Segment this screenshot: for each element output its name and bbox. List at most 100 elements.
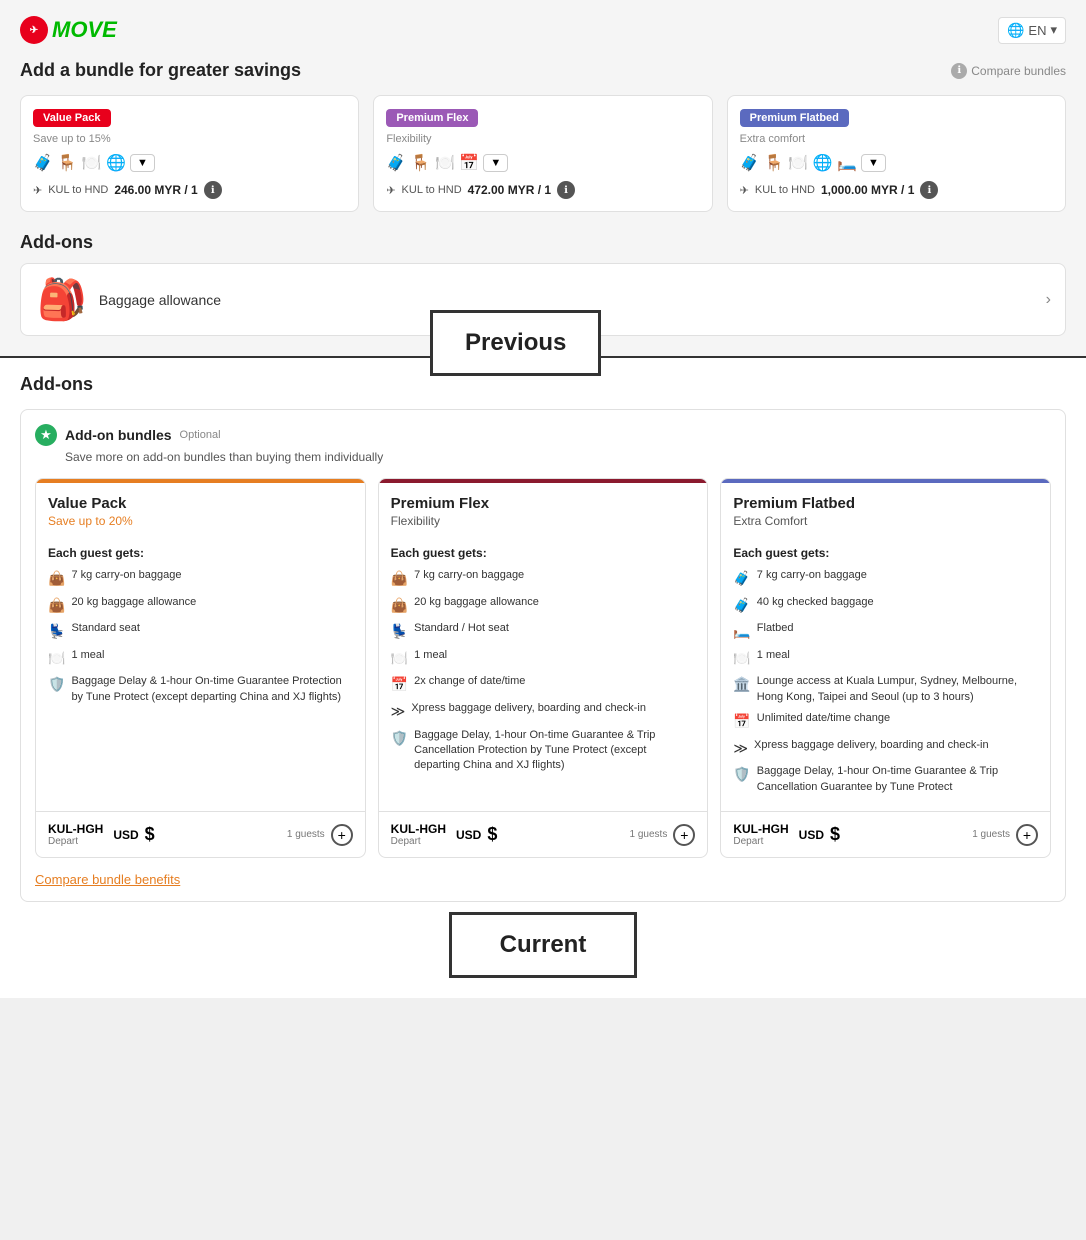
- value-add-button[interactable]: +: [331, 824, 353, 846]
- seat-icon: 💺: [391, 622, 408, 642]
- flatbed-col-tag: Extra Comfort: [733, 514, 1038, 528]
- baggage-text: Baggage allowance: [99, 292, 221, 308]
- value-pack-info[interactable]: ℹ: [204, 181, 222, 199]
- flex-col-header: Premium Flex Flexibility: [379, 479, 708, 536]
- benefit-flex-2: 💺 Standard / Hot seat: [391, 621, 696, 642]
- benefit-flex-0: 👜 7 kg carry-on baggage: [391, 568, 696, 589]
- logo-text: MOVe: [52, 17, 117, 43]
- lounge-icon: 🏛️: [733, 675, 750, 695]
- addon-bundles-header: ★ Add-on bundles Optional: [35, 424, 1051, 446]
- benefit-value-4: 🛡️ Baggage Delay & 1-hour On-time Guaran…: [48, 674, 353, 705]
- benefit-value-1: 👜 20 kg baggage allowance: [48, 595, 353, 616]
- info-icon: ℹ: [951, 63, 967, 79]
- benefit-fb-4: 🏛️ Lounge access at Kuala Lumpur, Sydney…: [733, 674, 1038, 705]
- bottom-section: Add-ons ★ Add-on bundles Optional Save m…: [0, 358, 1086, 998]
- value-col-footer: KUL-HGH Depart USD $ 1 guests +: [36, 811, 365, 857]
- premium-flatbed-badge: Premium Flatbed: [740, 109, 849, 127]
- shield-icon: 🛡️: [48, 675, 65, 695]
- logo-area: ✈ MOVe: [20, 16, 117, 44]
- flex-col-footer: KUL-HGH Depart USD $ 1 guests +: [379, 811, 708, 857]
- bundle-col-premium-flex: Premium Flex Flexibility Each guest gets…: [378, 478, 709, 858]
- benefit-flex-1: 👜 20 kg baggage allowance: [391, 595, 696, 616]
- flatbed-guest-label: Each guest gets:: [733, 546, 1038, 560]
- carry-on-icon: 👜: [391, 569, 408, 589]
- benefit-value-3: 🍽️ 1 meal: [48, 648, 353, 669]
- flex-col-body: Each guest gets: 👜 7 kg carry-on baggage…: [379, 536, 708, 811]
- flex-add-button[interactable]: +: [673, 824, 695, 846]
- flex-col-name: Premium Flex: [391, 495, 696, 512]
- flatbed-route: KUL-HGH Depart: [733, 822, 788, 847]
- flatbed-icon: 🛏️: [733, 622, 750, 642]
- current-overlay: Current: [20, 912, 1066, 978]
- previous-overlay: Previous: [430, 310, 601, 376]
- flatbed-col-header: Premium Flatbed Extra Comfort: [721, 479, 1050, 536]
- carry-on-icon: 🧳: [733, 569, 750, 589]
- value-col-header: Value Pack Save up to 20%: [36, 479, 365, 536]
- flex-col-tag: Flexibility: [391, 514, 696, 528]
- meal-icon: 🍽️: [733, 649, 750, 669]
- bundle-col-value: Value Pack Save up to 20% Each guest get…: [35, 478, 366, 858]
- premium-flatbed-info[interactable]: ℹ: [920, 181, 938, 199]
- flex-route: KUL-HGH Depart: [391, 822, 446, 847]
- compare-bundles-link[interactable]: ℹ Compare bundles: [951, 63, 1066, 79]
- value-col-body: Each guest gets: 👜 7 kg carry-on baggage…: [36, 536, 365, 811]
- bundle-col-premium-flatbed: Premium Flatbed Extra Comfort Each guest…: [720, 478, 1051, 858]
- value-col-tag: Save up to 20%: [48, 514, 353, 528]
- value-col-name: Value Pack: [48, 495, 353, 512]
- bundle-section-title: Add a bundle for greater savings: [20, 60, 301, 81]
- value-pack-dropdown[interactable]: ▼: [130, 154, 155, 172]
- premium-flex-route: ✈ KUL to HND 472.00 MYR / 1 ℹ: [386, 181, 699, 199]
- meal-icon: 🍽️: [391, 649, 408, 669]
- flatbed-add-button[interactable]: +: [1016, 824, 1038, 846]
- premium-flatbed-subtitle: Extra comfort: [740, 133, 1053, 145]
- lang-selector[interactable]: 🌐 EN ▾: [998, 17, 1066, 44]
- premium-flatbed-icons: 🧳 🪑 🍽️ 🌐 🛏️ ▼: [740, 153, 1053, 173]
- addons-title-top: Add-ons: [20, 232, 1066, 253]
- bundle-cards: Value Pack Save up to 15% 🧳 🪑 🍽️ 🌐 ▼ ✈ K…: [20, 95, 1066, 212]
- benefit-flex-3: 🍽️ 1 meal: [391, 648, 696, 669]
- value-guest-label: Each guest gets:: [48, 546, 353, 560]
- bundle-card-premium-flatbed[interactable]: Premium Flatbed Extra comfort 🧳 🪑 🍽️ 🌐 🛏…: [727, 95, 1066, 212]
- flatbed-col-footer: KUL-HGH Depart USD $ 1 guests +: [721, 811, 1050, 857]
- benefit-fb-6: ≫ Xpress baggage delivery, boarding and …: [733, 738, 1038, 759]
- xpress-icon: ≫: [391, 702, 406, 722]
- premium-flex-icons: 🧳 🪑 🍽️ 📅 ▼: [386, 153, 699, 173]
- benefit-fb-2: 🛏️ Flatbed: [733, 621, 1038, 642]
- benefit-value-2: 💺 Standard seat: [48, 621, 353, 642]
- bundle-comparison: Value Pack Save up to 20% Each guest get…: [35, 478, 1051, 858]
- value-pack-route: ✈ KUL to HND 246.00 MYR / 1 ℹ: [33, 181, 346, 199]
- shield-icon: 🛡️: [391, 729, 408, 749]
- meal-icon: 🍽️: [48, 649, 65, 669]
- logo-badge: ✈: [20, 16, 48, 44]
- previous-label: Previous: [465, 329, 566, 356]
- benefit-fb-7: 🛡️ Baggage Delay, 1-hour On-time Guarant…: [733, 764, 1038, 795]
- premium-flex-badge: Premium Flex: [386, 109, 478, 127]
- calendar-icon: 📅: [391, 675, 408, 695]
- arrow-right-icon: ›: [1046, 291, 1051, 309]
- benefit-fb-1: 🧳 40 kg checked baggage: [733, 595, 1038, 616]
- benefit-fb-0: 🧳 7 kg carry-on baggage: [733, 568, 1038, 589]
- premium-flatbed-dropdown[interactable]: ▼: [861, 154, 886, 172]
- value-pack-icons: 🧳 🪑 🍽️ 🌐 ▼: [33, 153, 346, 173]
- value-route: KUL-HGH Depart: [48, 822, 103, 847]
- seat-icon: 💺: [48, 622, 65, 642]
- value-pack-badge: Value Pack: [33, 109, 111, 127]
- baggage-emoji: 🎒: [37, 276, 87, 323]
- chevron-down-icon: ▾: [1050, 22, 1057, 38]
- checked-baggage-icon: 🧳: [733, 596, 750, 616]
- premium-flex-info[interactable]: ℹ: [557, 181, 575, 199]
- bundle-card-premium-flex[interactable]: Premium Flex Flexibility 🧳 🪑 🍽️ 📅 ▼ ✈ KU…: [373, 95, 712, 212]
- compare-bundles-label: Compare bundles: [971, 64, 1066, 78]
- benefit-value-0: 👜 7 kg carry-on baggage: [48, 568, 353, 589]
- compare-benefits-link[interactable]: Compare bundle benefits: [35, 872, 1051, 887]
- shield-icon: 🛡️: [733, 765, 750, 785]
- baggage-icon: 👜: [48, 596, 65, 616]
- calendar-icon: 📅: [733, 712, 750, 732]
- flatbed-col-name: Premium Flatbed: [733, 495, 1038, 512]
- lang-label: EN: [1028, 23, 1046, 38]
- premium-flex-dropdown[interactable]: ▼: [483, 154, 508, 172]
- globe-icon: 🌐: [1007, 22, 1024, 39]
- bundle-card-value[interactable]: Value Pack Save up to 15% 🧳 🪑 🍽️ 🌐 ▼ ✈ K…: [20, 95, 359, 212]
- baggage-icon: 👜: [391, 596, 408, 616]
- flex-guest-label: Each guest gets:: [391, 546, 696, 560]
